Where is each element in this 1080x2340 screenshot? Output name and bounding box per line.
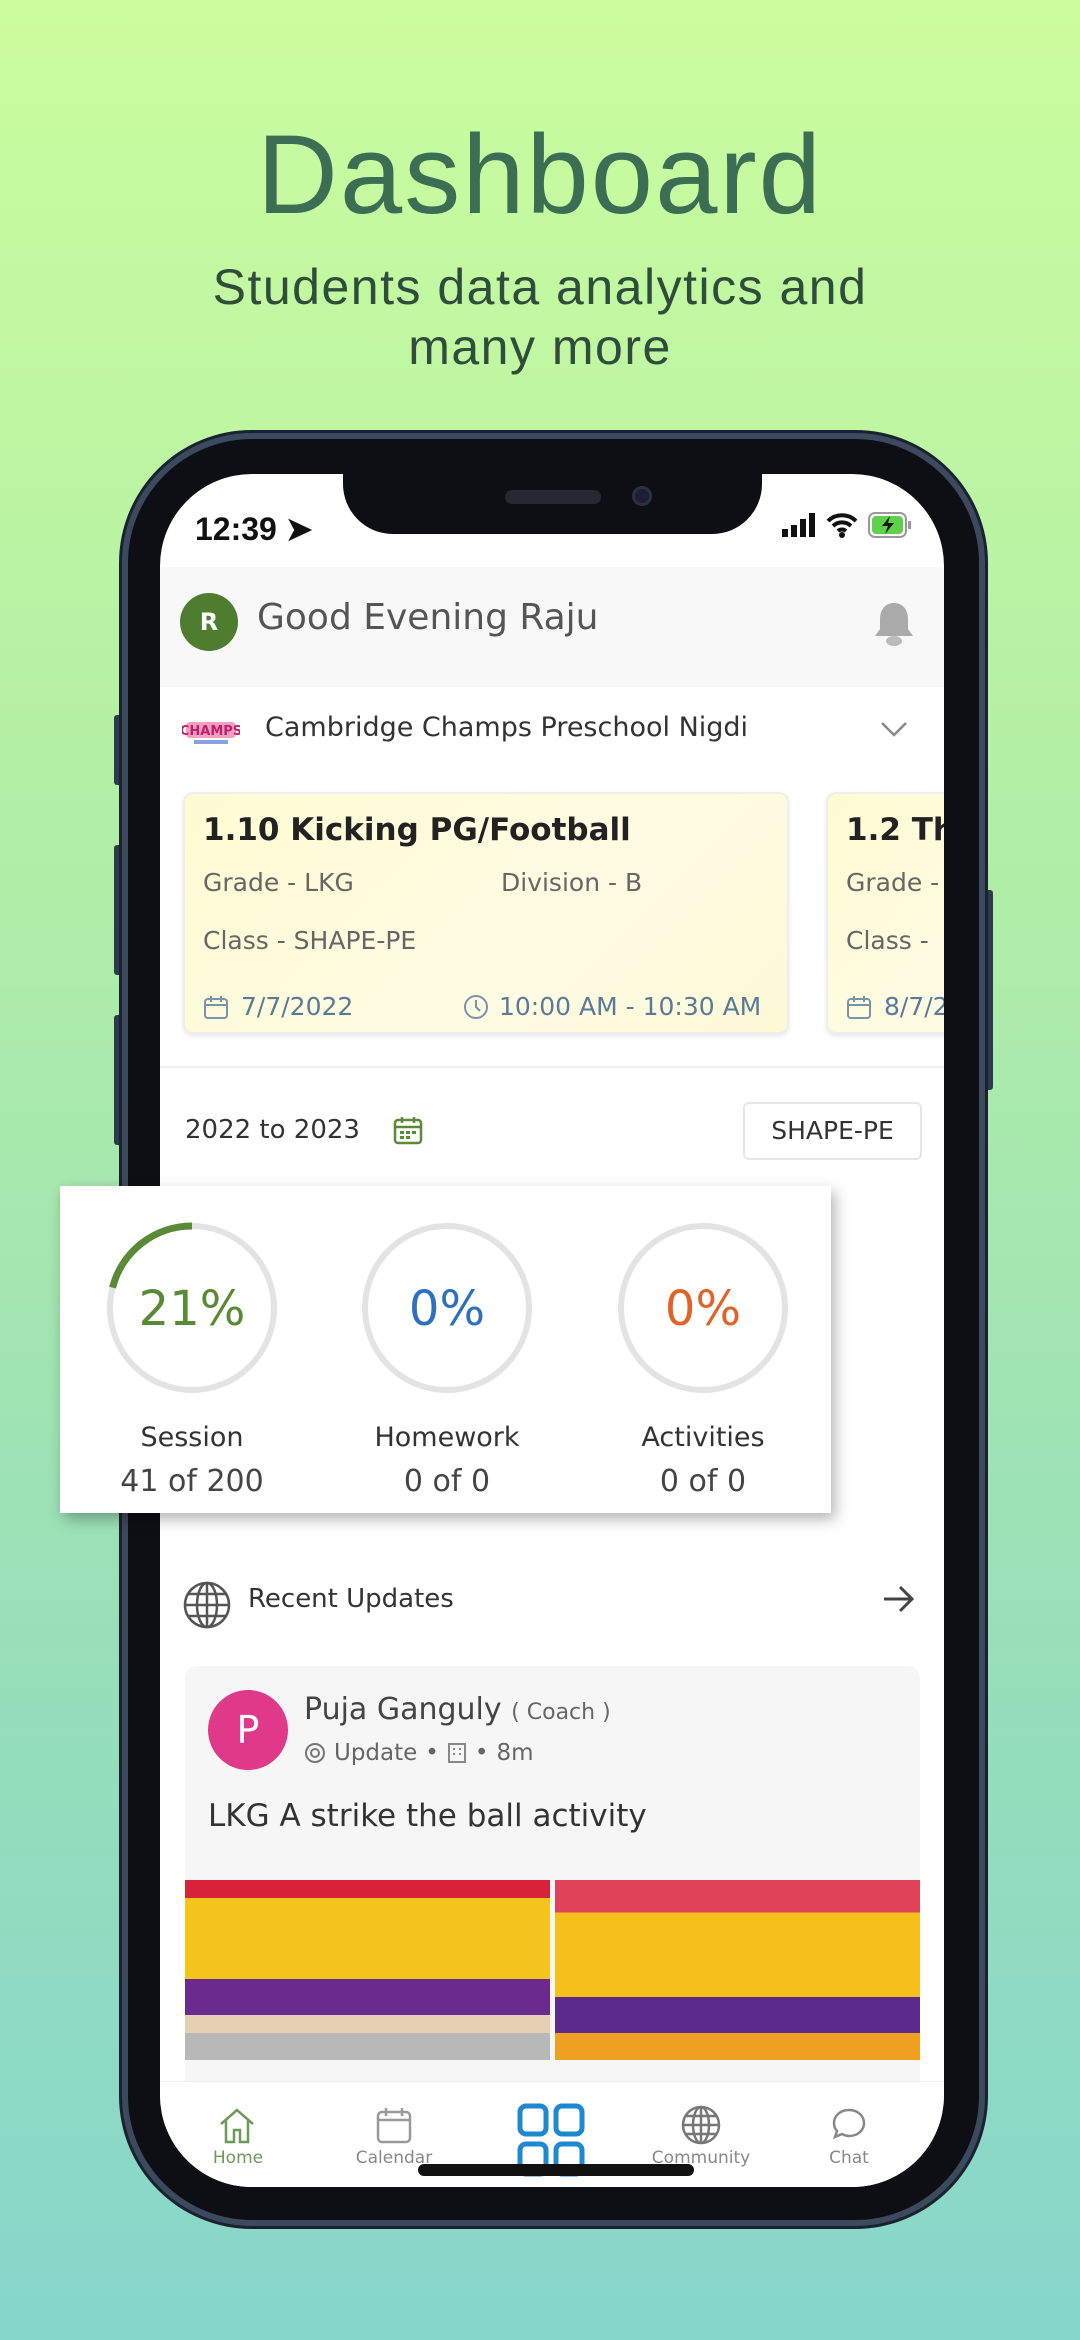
post-photo[interactable]	[555, 1880, 920, 2060]
home-icon[interactable]	[217, 2106, 257, 2146]
app-header: R Good Evening Raju	[160, 567, 944, 687]
stat-percent: 0%	[664, 1281, 742, 1337]
signal-icon	[782, 513, 815, 537]
post-role: ( Coach )	[511, 1700, 611, 1725]
status-time: 12:39 ➤	[195, 511, 313, 547]
post-text: LKG A strike the ball activity	[208, 1798, 647, 1834]
divider	[160, 1066, 944, 1068]
home-indicator	[418, 2164, 694, 2176]
svg-text:CHAMPS: CHAMPS	[182, 724, 240, 739]
session-card[interactable]: 1.2 Th Grade - Class - 8/7/2	[826, 792, 944, 1034]
promo-title: Dashboard	[257, 112, 823, 237]
year-label: 2022 to 2023	[185, 1115, 360, 1145]
phone-button	[985, 890, 993, 1090]
phone-speaker	[505, 490, 601, 504]
stat-label: Session	[140, 1422, 244, 1453]
session-title: 1.2 Th	[846, 812, 944, 848]
session-time: 10:00 AM - 10:30 AM	[499, 992, 762, 1021]
session-date: 8/7/2	[884, 992, 944, 1021]
clock-icon	[464, 995, 488, 1019]
calendar-picker-icon[interactable]	[393, 1115, 423, 1145]
building-icon	[447, 1743, 466, 1763]
phone-camera	[632, 486, 652, 506]
stat-label: Homework	[374, 1422, 520, 1453]
globe-icon	[183, 1581, 231, 1629]
arrow-right-icon[interactable]	[882, 1584, 916, 1614]
update-icon	[305, 1743, 325, 1763]
nav-chat[interactable]: Chat	[779, 2148, 919, 2168]
avatar[interactable]: R	[180, 593, 238, 651]
stat-label: Activities	[641, 1422, 765, 1453]
post-meta: Update • • 8m	[304, 1740, 534, 1766]
calendar-icon	[204, 996, 228, 1019]
phone-button	[114, 715, 122, 785]
nav-home[interactable]: Home	[168, 2148, 308, 2168]
session-grade: Grade -	[846, 868, 940, 897]
session-grade: Grade - LKG	[203, 868, 354, 897]
school-selector[interactable]: Cambridge Champs Preschool Nigdi	[265, 712, 748, 743]
session-division: Division - B	[501, 868, 643, 897]
calendar-icon[interactable]	[375, 2106, 413, 2146]
location-icon: ➤	[285, 511, 313, 547]
session-date: 7/7/2022	[241, 992, 354, 1021]
post-avatar[interactable]: P	[208, 1690, 288, 1770]
wifi-icon	[826, 513, 858, 538]
chevron-down-icon[interactable]	[880, 720, 908, 738]
session-title: 1.10 Kicking PG/Football	[203, 812, 631, 848]
post-photo[interactable]	[185, 1880, 550, 2060]
stat-percent: 0%	[408, 1281, 486, 1337]
post-author[interactable]: Puja Ganguly ( Coach )	[304, 1692, 611, 1727]
promo-subtitle-2: many more	[408, 319, 672, 375]
phone-button	[114, 1015, 122, 1145]
session-card[interactable]: 1.10 Kicking PG/Football Grade - LKG Div…	[183, 792, 789, 1034]
session-class: Class -	[846, 926, 929, 955]
recent-updates-title: Recent Updates	[248, 1584, 454, 1614]
stat-percent: 21%	[138, 1281, 246, 1337]
stats-panel: 21% Session 41 of 200 0% Homework 0 of 0…	[60, 1186, 831, 1513]
globe-icon[interactable]	[680, 2104, 722, 2146]
promo-subtitle: Students data analytics and	[212, 259, 868, 315]
stat-value: 0 of 0	[659, 1464, 747, 1499]
phone-button	[114, 845, 122, 975]
school-logo: CHAMPS	[180, 714, 242, 746]
session-class: Class - SHAPE-PE	[203, 926, 417, 955]
greeting-text: Good Evening Raju	[257, 597, 599, 638]
status-icons	[782, 512, 912, 538]
stat-value: 0 of 0	[403, 1464, 491, 1499]
class-filter-button[interactable]: SHAPE-PE	[743, 1102, 922, 1160]
stat-value: 41 of 200	[120, 1464, 264, 1499]
calendar-icon	[847, 996, 871, 1019]
bell-icon[interactable]	[872, 599, 916, 649]
chat-icon[interactable]	[830, 2106, 868, 2144]
battery-icon	[868, 512, 911, 538]
